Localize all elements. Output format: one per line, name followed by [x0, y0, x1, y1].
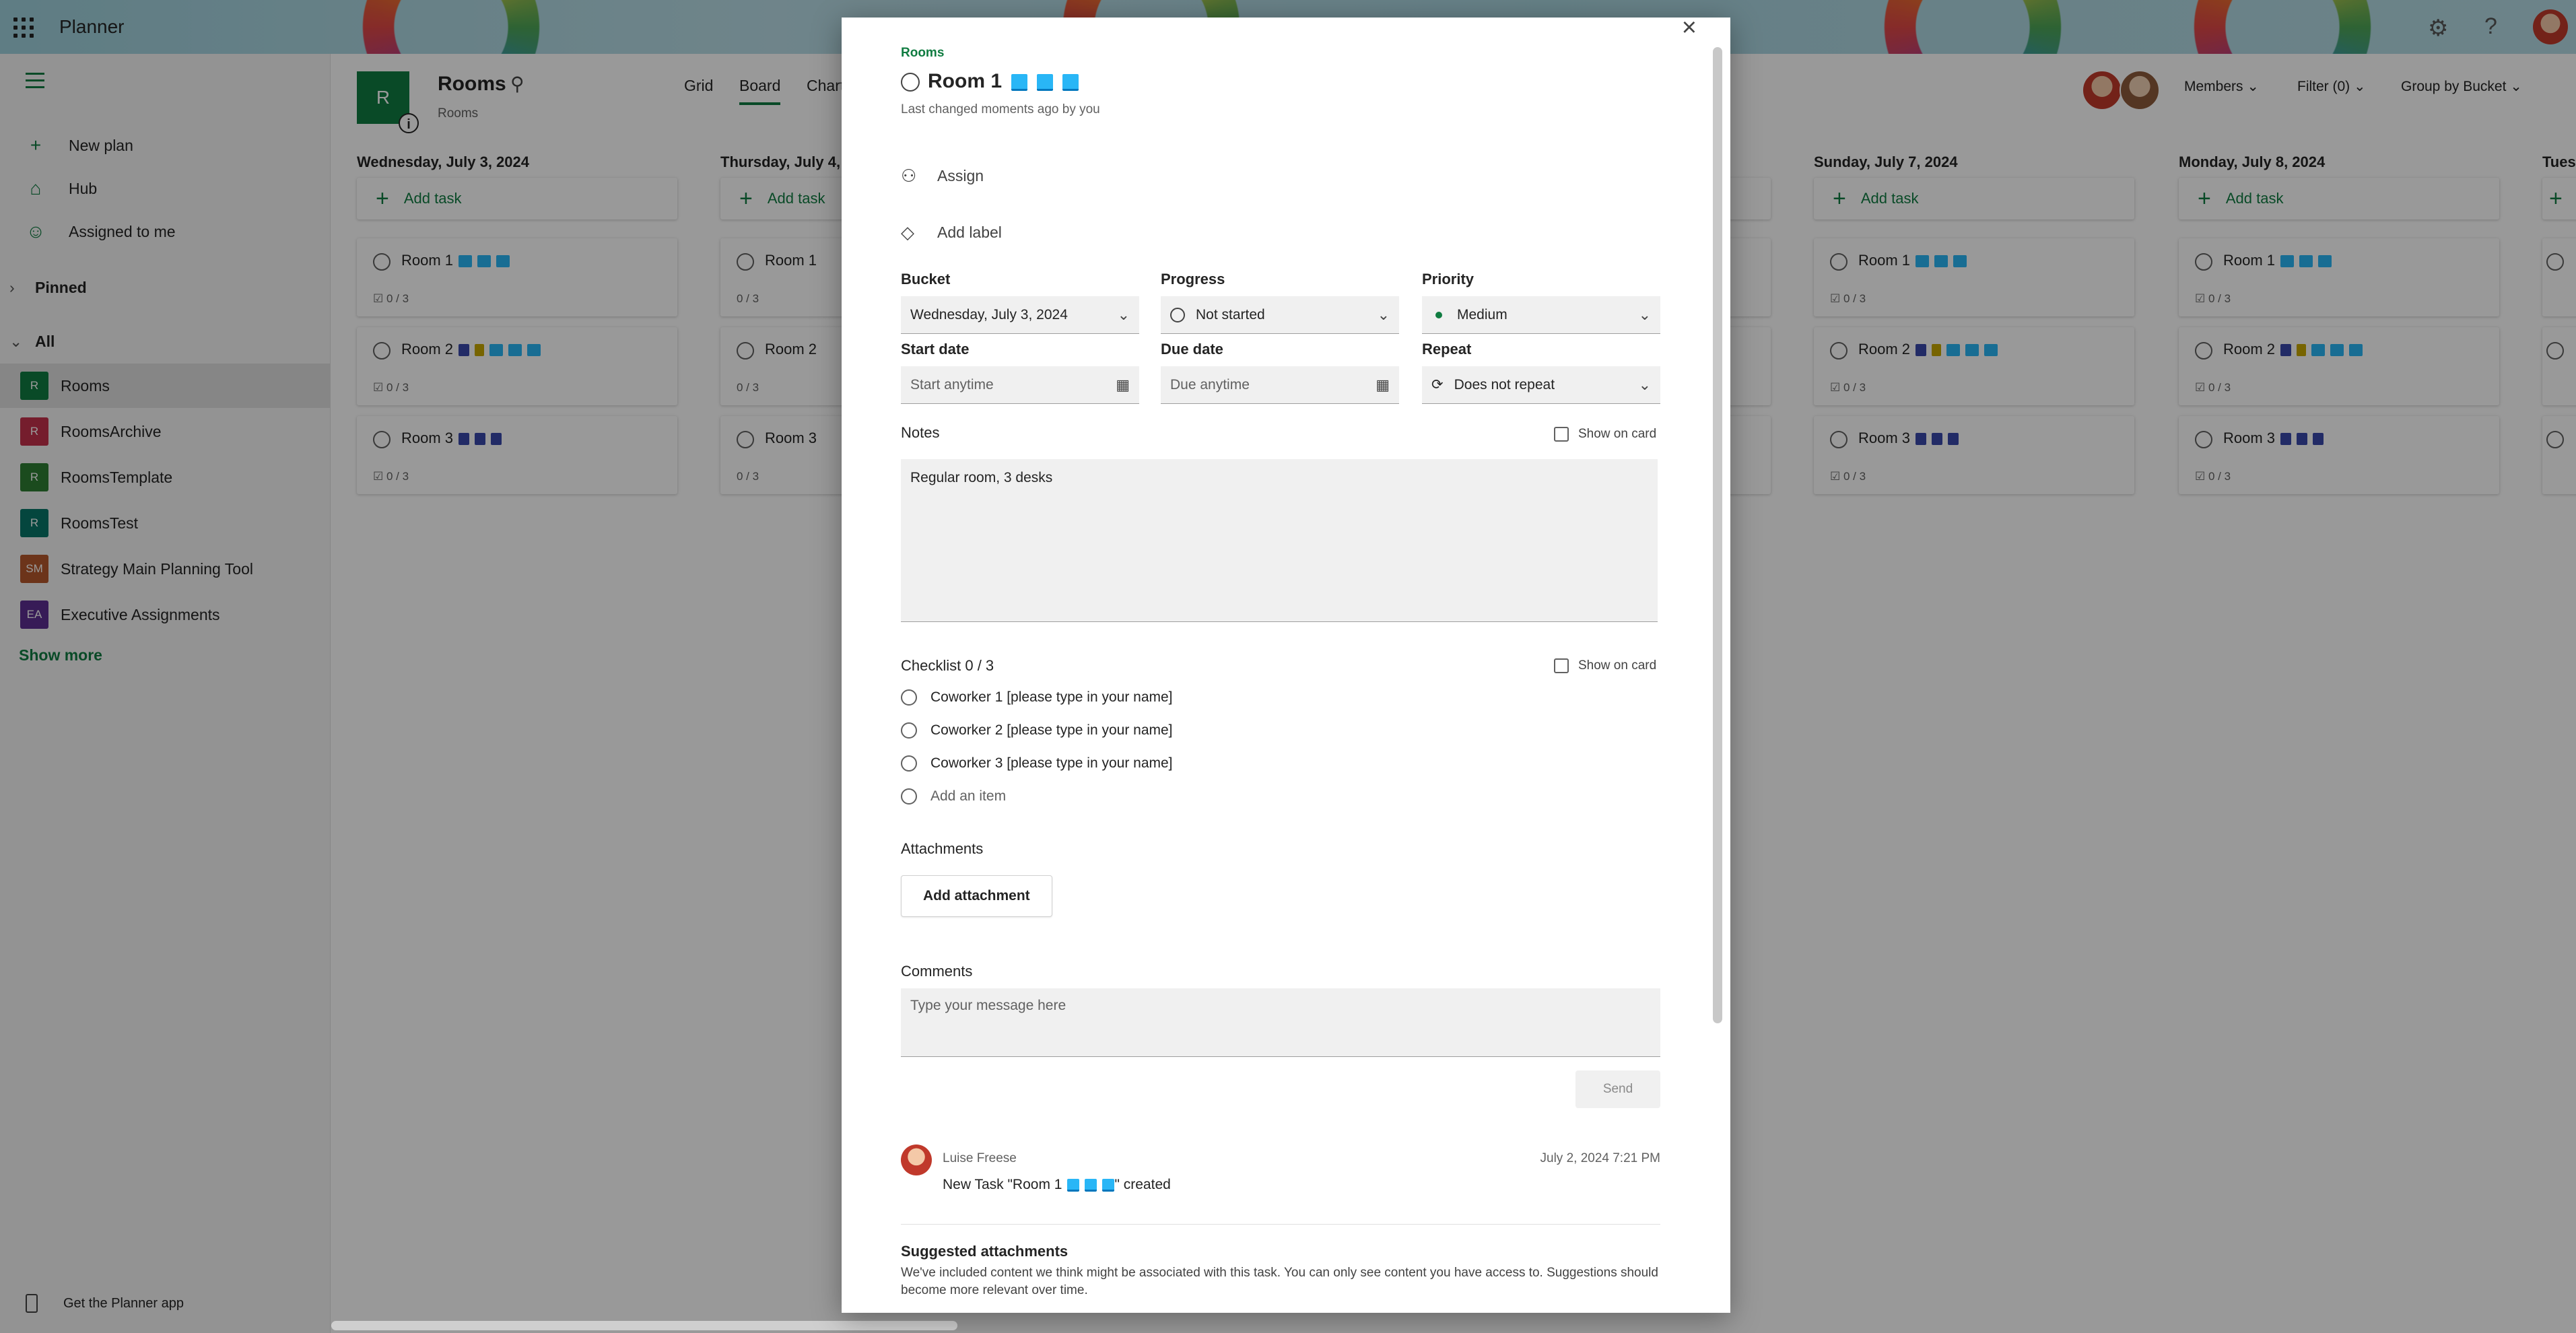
comment-author-avatar	[901, 1144, 932, 1175]
repeat-label: Repeat	[1422, 341, 1472, 357]
priority-select[interactable]: Medium ⌄	[1422, 296, 1660, 334]
calendar-icon[interactable]: ▦	[1116, 376, 1130, 394]
send-button[interactable]: Send	[1575, 1070, 1660, 1108]
checklist-item[interactable]: Coworker 3 [please type in your name]	[901, 755, 1173, 772]
due-date-label: Due date	[1161, 341, 1223, 357]
repeat-select[interactable]: ⟳ Does not repeat ⌄	[1422, 366, 1660, 404]
task-title-text: Room 1	[928, 70, 1003, 92]
add-item-placeholder[interactable]: Add an item	[930, 788, 1006, 805]
progress-select[interactable]: Not started ⌄	[1161, 296, 1399, 334]
add-label-text: Add label	[937, 224, 1002, 241]
progress-label: Progress	[1161, 271, 1225, 287]
attachments-label: Attachments	[901, 840, 984, 857]
checklist-item-text[interactable]: Coworker 2 [please type in your name]	[930, 722, 1173, 739]
comment-input[interactable]: Type your message here	[901, 988, 1660, 1057]
add-person-icon: ⚇	[901, 166, 917, 186]
close-icon[interactable]: ×	[1682, 18, 1697, 42]
add-attachment-button[interactable]: Add attachment	[901, 875, 1052, 917]
checklist-item[interactable]: Coworker 1 [please type in your name]	[901, 689, 1173, 706]
comment-author: Luise Freese	[943, 1151, 1017, 1165]
last-changed-text: Last changed moments ago by you	[901, 102, 1100, 116]
start-date-label: Start date	[901, 341, 970, 357]
plan-breadcrumb[interactable]: Rooms	[901, 46, 944, 61]
notes-label: Notes	[901, 424, 940, 441]
notes-show-on-card-checkbox[interactable]	[1554, 427, 1569, 442]
calendar-icon[interactable]: ▦	[1376, 376, 1390, 394]
add-item-circle	[901, 788, 917, 805]
checklist-show-on-card-checkbox[interactable]	[1554, 658, 1569, 673]
desk-emoji-icon	[1062, 73, 1079, 91]
chevron-down-icon: ⌄	[1377, 306, 1390, 323]
notes-show-on-card-label: Show on card	[1578, 427, 1657, 441]
checklist-item-text[interactable]: Coworker 3 [please type in your name]	[930, 755, 1173, 772]
progress-value: Not started	[1196, 306, 1265, 322]
complete-task-checkbox[interactable]	[901, 73, 920, 92]
priority-label: Priority	[1422, 271, 1475, 287]
dialog-scrollbar[interactable]	[1713, 47, 1722, 1023]
checklist-item-circle[interactable]	[901, 755, 917, 772]
repeat-value: Does not repeat	[1454, 376, 1555, 392]
bucket-value: Wednesday, July 3, 2024	[910, 306, 1068, 322]
checklist-show-on-card-label: Show on card	[1578, 658, 1657, 673]
start-date-placeholder: Start anytime	[910, 376, 994, 392]
assign-label: Assign	[937, 167, 984, 184]
suggested-attachments-title: Suggested attachments	[901, 1243, 1069, 1260]
notes-textarea[interactable]: Regular room, 3 desks	[901, 459, 1658, 622]
desk-emoji-icon	[1011, 73, 1028, 91]
bucket-label: Bucket	[901, 271, 951, 287]
tag-icon: ◇	[901, 222, 914, 242]
bucket-select[interactable]: Wednesday, July 3, 2024 ⌄	[901, 296, 1139, 334]
due-date-field[interactable]: Due anytime ▦	[1161, 366, 1399, 404]
chevron-down-icon: ⌄	[1117, 306, 1130, 323]
comment-text: New Task "Room 1 " created	[943, 1177, 1171, 1192]
checklist-item-text[interactable]: Coworker 1 [please type in your name]	[930, 689, 1173, 706]
medium-priority-icon	[1435, 311, 1442, 318]
add-checklist-item[interactable]: Add an item	[901, 788, 1006, 805]
checklist-item-circle[interactable]	[901, 722, 917, 739]
due-date-placeholder: Due anytime	[1170, 376, 1250, 392]
add-label-button[interactable]: ◇ Add label	[901, 222, 1002, 243]
horizontal-scrollbar[interactable]	[331, 1321, 957, 1330]
priority-value: Medium	[1457, 306, 1507, 322]
chevron-down-icon: ⌄	[1638, 376, 1651, 393]
not-started-circle-icon	[1170, 307, 1185, 322]
repeat-icon: ⟳	[1431, 377, 1444, 392]
task-title-field[interactable]: Room 1	[928, 70, 1079, 93]
task-details-dialog: × Rooms Room 1 Last changed moments ago …	[842, 18, 1730, 1313]
comment-timestamp: July 2, 2024 7:21 PM	[1540, 1151, 1661, 1165]
checklist-item[interactable]: Coworker 2 [please type in your name]	[901, 722, 1173, 739]
divider	[901, 1224, 1660, 1225]
assign-button[interactable]: ⚇ Assign	[901, 166, 984, 186]
checklist-item-circle[interactable]	[901, 689, 917, 706]
suggested-attachments-text: We've included content we think might be…	[901, 1266, 1658, 1297]
chevron-down-icon: ⌄	[1638, 306, 1651, 323]
comments-label: Comments	[901, 963, 973, 980]
start-date-field[interactable]: Start anytime ▦	[901, 366, 1139, 404]
checklist-label: Checklist 0 / 3	[901, 657, 994, 674]
desk-emoji-icon	[1037, 73, 1054, 91]
